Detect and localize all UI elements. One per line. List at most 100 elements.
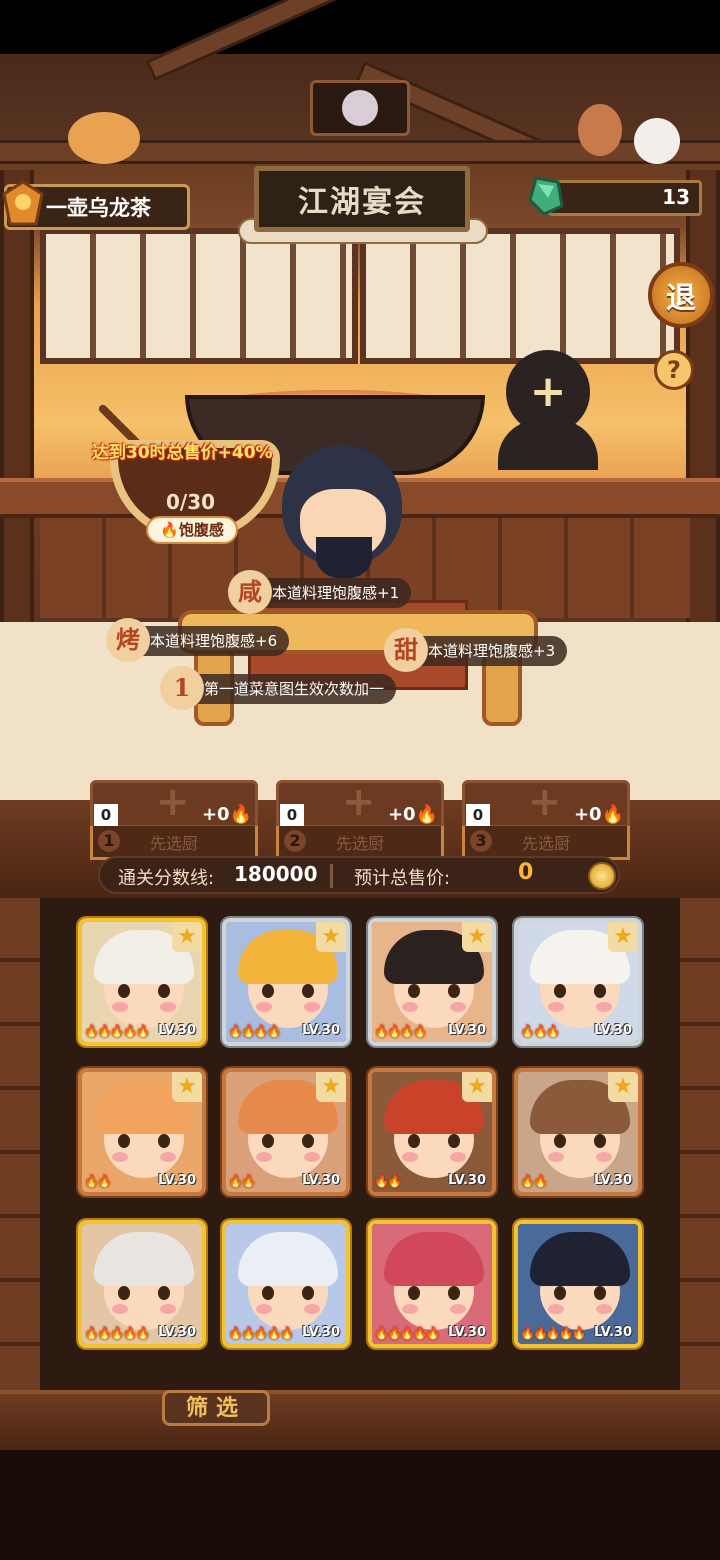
bottom-shadow: [0, 1450, 720, 1560]
chef-card[interactable]: ★ 🔥🔥🔥🔥 LV.30: [222, 918, 350, 1046]
star-icon: ★: [608, 922, 638, 952]
chef-eyes: [118, 1134, 170, 1148]
pillar-right: [686, 170, 720, 630]
chef-eyes: [262, 1286, 314, 1300]
chef-blush: [402, 1304, 466, 1314]
flame-icon: 🔥: [229, 804, 252, 825]
head-chef-character[interactable]: [272, 445, 412, 595]
flame-rating: 🔥🔥: [84, 1174, 112, 1188]
chef-card[interactable]: ★ 🔥🔥🔥 LV.30: [514, 918, 642, 1046]
flame-rating: 🔥🔥: [374, 1174, 402, 1188]
chef-slot-1[interactable]: + 0 +0🔥 先选厨 1: [90, 779, 258, 860]
flame-rating: 🔥🔥🔥🔥: [374, 1024, 428, 1038]
flame-rating: 🔥🔥: [228, 1174, 256, 1188]
chef-level: LV.30: [448, 1325, 486, 1340]
star-icon: ★: [316, 1072, 346, 1102]
chef-slot-2[interactable]: + 0 +0🔥 先选厨 2: [276, 780, 444, 860]
flame-rating: 🔥🔥🔥: [520, 1024, 561, 1038]
chef-card[interactable]: 🔥🔥🔥🔥🔥 LV.30: [78, 1220, 206, 1348]
flame-rating: 🔥🔥🔥🔥🔥: [374, 1326, 441, 1340]
chef-blush: [548, 1304, 612, 1314]
satiety-label: 🔥饱腹感: [146, 516, 238, 544]
chef-mascot: [578, 104, 622, 156]
chef-level: LV.30: [302, 1173, 340, 1188]
chef-eyes: [554, 1286, 606, 1300]
bonus-badge: 烤: [106, 618, 150, 662]
filter-button[interactable]: 筛选: [162, 1390, 270, 1426]
bonus-badge: 1: [160, 666, 204, 710]
chef-slot-3[interactable]: + 0 +0🔥 先选厨 3: [462, 780, 630, 860]
silhouette-body: [498, 420, 598, 470]
help-button[interactable]: ?: [654, 350, 694, 390]
window-left: [40, 228, 358, 364]
bonus-text: 第一道菜意图生效次数加一: [204, 680, 385, 698]
slot-bonus: +0🔥: [573, 804, 624, 825]
chef-level: LV.30: [594, 1023, 632, 1038]
bonus-badge: 咸: [228, 570, 272, 614]
slot-number: 3: [470, 830, 492, 852]
player-name: 一壶乌龙茶: [46, 196, 151, 220]
status-bar: [0, 0, 720, 54]
chef-blush: [402, 1002, 466, 1012]
slot-count: 0: [280, 804, 304, 826]
bonus-sweet: 甜 本道料理饱腹感+3: [384, 628, 568, 672]
roster-side-right: [680, 898, 720, 1398]
add-icon: +: [156, 779, 190, 825]
exit-label: 退: [666, 281, 696, 316]
flame-icon: 🔥: [415, 804, 438, 825]
chef-card[interactable]: ★ 🔥🔥🔥🔥 LV.30: [368, 918, 496, 1046]
white-cat-mascot: [634, 118, 680, 164]
chef-eyes: [118, 1286, 170, 1300]
chef-blush: [256, 1002, 320, 1012]
star-icon: ★: [608, 1072, 638, 1102]
chef-card[interactable]: 🔥🔥🔥🔥🔥 LV.30: [222, 1220, 350, 1348]
bottom-bar: [0, 1390, 720, 1450]
add-chef-slot[interactable]: +: [498, 350, 598, 470]
star-icon: ★: [462, 1072, 492, 1102]
chef-card[interactable]: ★ 🔥🔥 LV.30: [222, 1068, 350, 1196]
flame-icon: 🔥: [601, 804, 624, 825]
chef-card[interactable]: ★ 🔥🔥🔥🔥🔥 LV.30: [78, 918, 206, 1046]
chef-eyes: [554, 1134, 606, 1148]
chef-card[interactable]: ★ 🔥🔥 LV.30: [78, 1068, 206, 1196]
chef-blush: [112, 1304, 176, 1314]
exit-button[interactable]: 退: [648, 262, 714, 328]
chef-card[interactable]: 🔥🔥🔥🔥🔥 LV.30: [514, 1220, 642, 1348]
bonus-text: 本道料理饱腹感+3: [428, 642, 556, 660]
help-icon: ?: [667, 356, 681, 384]
chef-card[interactable]: ★ 🔥🔥 LV.30: [368, 1068, 496, 1196]
coin-icon: [588, 862, 616, 890]
slot-count: 0: [466, 804, 490, 826]
price-value: 0: [518, 860, 534, 885]
flame-rating: 🔥🔥🔥🔥🔥: [84, 1326, 151, 1340]
chef-blush: [548, 1152, 612, 1162]
bonus-text: 本道料理饱腹感+1: [272, 584, 400, 602]
star-icon: ★: [462, 922, 492, 952]
slot-bonus: +0🔥: [387, 804, 438, 825]
slot-number: 2: [284, 830, 306, 852]
cat-mascot: [68, 112, 140, 164]
flame-rating: 🔥🔥: [520, 1174, 548, 1188]
bonus-badge: 甜: [384, 628, 428, 672]
window-right: [360, 228, 680, 364]
star-icon: ★: [172, 922, 202, 952]
roster-side-left: [0, 898, 40, 1398]
chef-card[interactable]: ★ 🔥🔥 LV.30: [514, 1068, 642, 1196]
chef-eyes: [262, 984, 314, 998]
chef-card[interactable]: 🔥🔥🔥🔥🔥 LV.30: [368, 1220, 496, 1348]
flame-icon: 🔥: [160, 521, 179, 539]
chef-eyes: [408, 1286, 460, 1300]
satiety-count: 0/30: [166, 490, 216, 514]
chef-blush: [402, 1152, 466, 1162]
gem-count: 13: [662, 185, 690, 209]
chef-blush: [112, 1002, 176, 1012]
chef-blush: [548, 1002, 612, 1012]
threshold-label: 通关分数线:: [118, 868, 215, 889]
satiety-goal-caption: 达到30时总售价+40%: [92, 443, 273, 463]
gem-icon: [528, 176, 564, 216]
chef-eyes: [118, 984, 170, 998]
player-rank-icon: [2, 180, 44, 226]
chef-blush: [256, 1152, 320, 1162]
chef-eyes: [262, 1134, 314, 1148]
add-chef-icon: +: [529, 366, 567, 417]
